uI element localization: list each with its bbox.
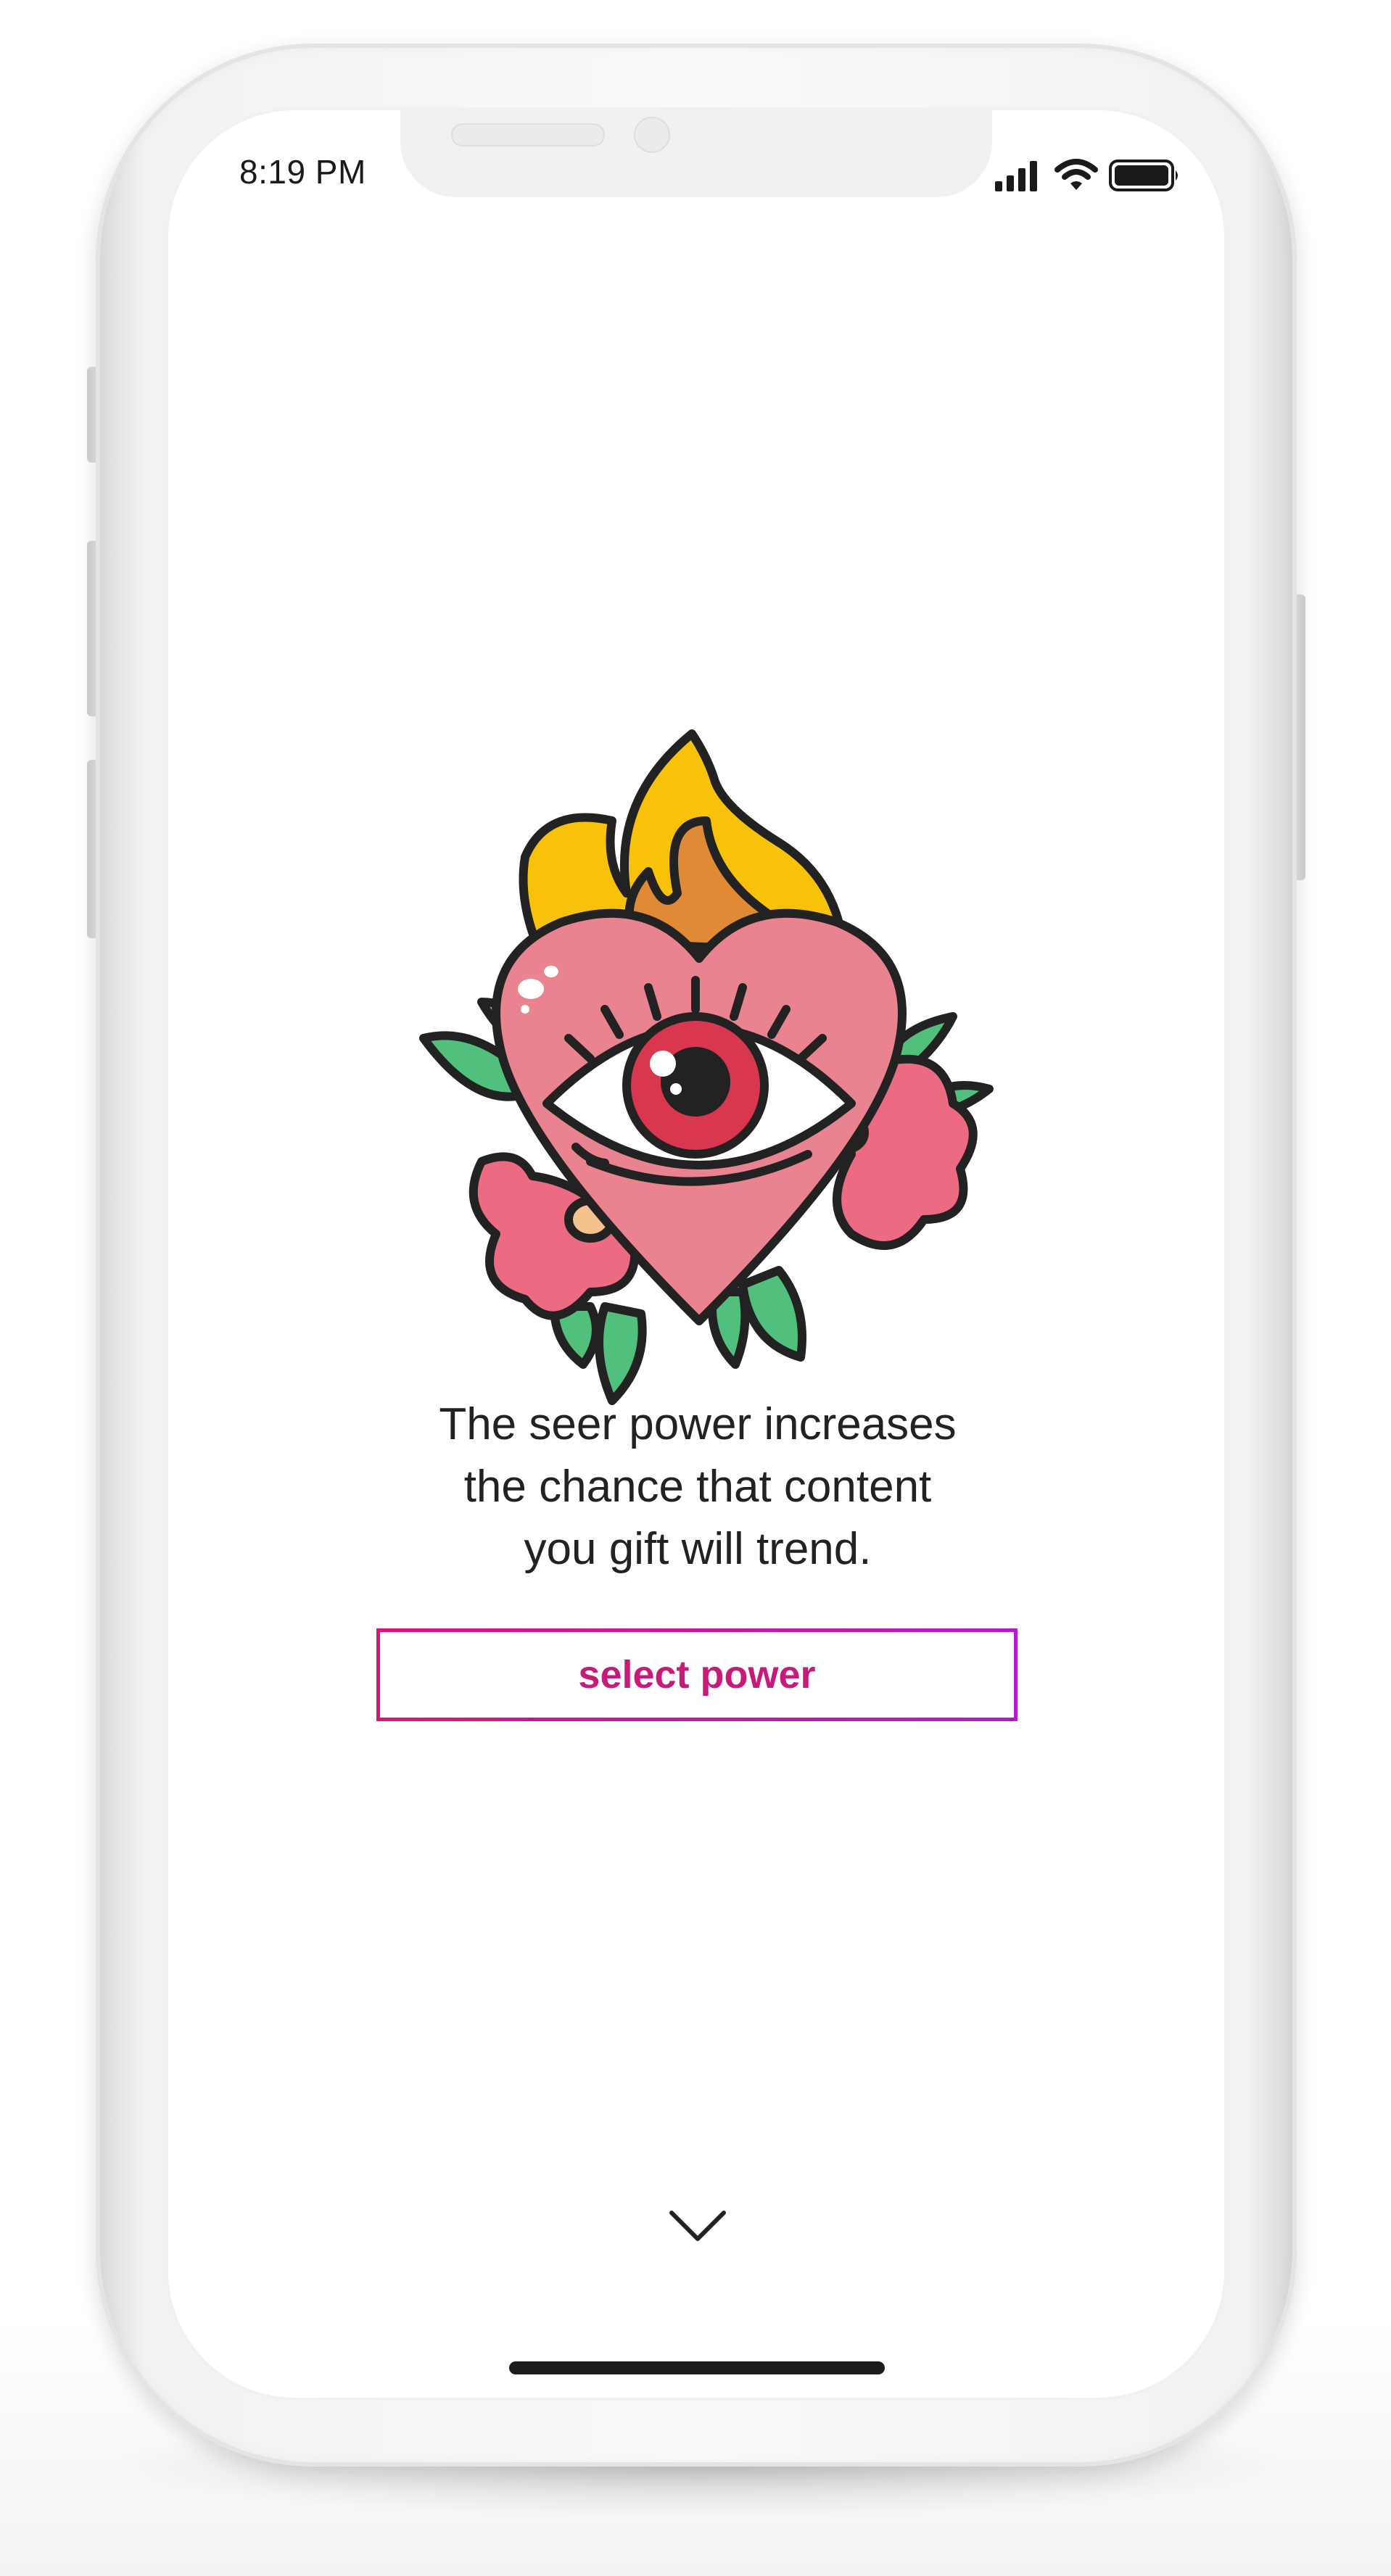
power-description: The seer power increases the chance that… [371,1393,1024,1581]
cellular-signal-icon [994,155,1044,196]
heart-highlight [544,966,558,977]
leaf [595,1302,647,1405]
home-indicator[interactable] [509,2361,885,2374]
leaf [738,1266,806,1362]
status-icons [994,155,1182,196]
description-line: The seer power increases [439,1399,957,1449]
select-power-label: select power [578,1653,816,1697]
heart-highlight [518,979,544,999]
status-time: 8:19 PM [239,153,366,191]
chevron-down-icon[interactable] [667,2207,728,2246]
device-mockup: 8:19 PM The seer power increases the cha… [0,0,1391,2576]
heart-highlight [521,1005,529,1014]
description-line: the chance that content [463,1462,932,1512]
battery-icon [1108,158,1181,193]
earpiece-speaker [451,123,605,146]
wifi-icon [1054,157,1098,193]
select-power-button[interactable]: select power [376,1628,1018,1721]
description-line: you gift will trend. [524,1524,872,1574]
phone-screen: 8:19 PM The seer power increases the cha… [168,110,1224,2398]
eye-highlight [670,1083,682,1095]
front-camera [634,117,670,153]
flaming-heart-eye-illustration [373,712,1025,1473]
eye-highlight [650,1051,676,1077]
